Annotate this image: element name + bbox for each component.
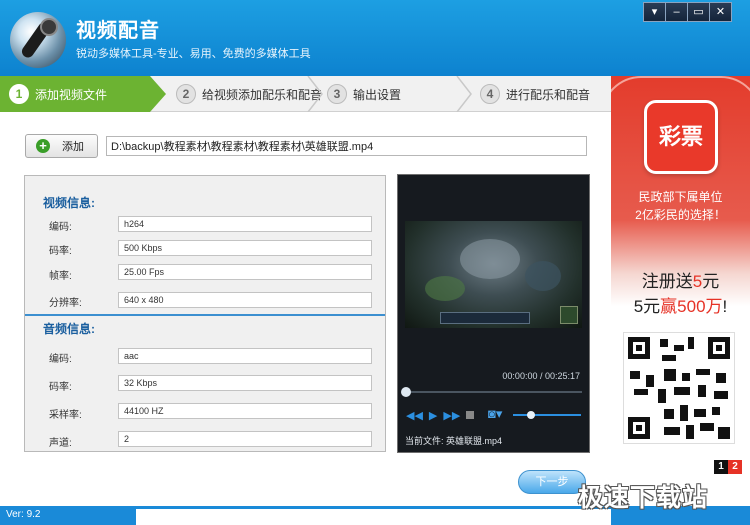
step-number: 3 <box>327 84 347 104</box>
app-logo-icon <box>10 12 66 68</box>
ad-page-1[interactable]: 1 <box>714 460 728 474</box>
audio-channels-label: 声道: <box>49 438 72 449</box>
step-separator-icon <box>456 76 472 112</box>
step-label: 输出设置 <box>353 87 402 102</box>
window-controls: ▾ – ▭ ✕ <box>643 2 732 22</box>
restore-button[interactable]: ▭ <box>687 2 710 22</box>
video-info-heading: 视频信息: <box>43 196 95 210</box>
ad-line-2: 2亿彩民的选择！ <box>635 208 726 222</box>
ad-page-2[interactable]: 2 <box>728 460 742 474</box>
step-process[interactable]: 4 进行配乐和配音 <box>480 76 590 112</box>
video-codec-field[interactable]: h264 <box>118 216 372 232</box>
add-button-label: 添加 <box>62 141 84 153</box>
media-info-panel: 视频信息: 编码: h264 码率: 500 Kbps 帧率: 25.00 Fp… <box>24 175 386 452</box>
step-add-music-voice[interactable]: 2 给视频添加配乐和配音 <box>176 76 322 112</box>
fast-forward-icon[interactable]: ▶▶ <box>443 409 460 422</box>
playback-time: 00:00:00 / 00:25:17 <box>502 371 580 381</box>
progress-track <box>136 509 611 525</box>
video-preview[interactable] <box>405 221 582 328</box>
audio-samplerate-field[interactable]: 44100 HZ <box>118 403 372 419</box>
app-subtitle: 锐动多媒体工具-专业、易用、免费的多媒体工具 <box>76 48 311 60</box>
step-number: 2 <box>176 84 196 104</box>
video-framerate-label: 帧率: <box>49 271 72 282</box>
video-resolution-field[interactable]: 640 x 480 <box>118 292 372 308</box>
next-button[interactable]: 下一步 <box>518 470 586 494</box>
watermark-logo: 极速下载站 <box>578 484 709 512</box>
step-add-video[interactable]: 1 添加视频文件 <box>0 76 166 112</box>
step-number: 4 <box>480 84 500 104</box>
volume-handle[interactable] <box>527 411 535 419</box>
file-path-field[interactable] <box>106 136 587 156</box>
plus-icon: + <box>36 139 50 153</box>
step-label: 添加视频文件 <box>35 87 108 102</box>
current-file-label: 当前文件: 英雄联盟.mp4 <box>405 436 503 446</box>
snapshot-camera-icon[interactable]: ◙▾ <box>488 406 502 422</box>
seek-handle[interactable] <box>401 387 411 397</box>
video-framerate-field[interactable]: 25.00 Fps <box>118 264 372 280</box>
close-button[interactable]: ✕ <box>709 2 732 22</box>
video-bitrate-label: 码率: <box>49 246 72 257</box>
add-file-button[interactable]: + 添加 <box>25 134 98 158</box>
menu-button[interactable]: ▾ <box>643 2 666 22</box>
step-label: 给视频添加配乐和配音 <box>202 87 323 102</box>
lottery-logo: 彩票 <box>644 100 718 174</box>
minimize-button[interactable]: – <box>665 2 688 22</box>
audio-samplerate-label: 采样率: <box>49 410 82 421</box>
step-number: 1 <box>9 84 29 104</box>
ad-line-1: 民政部下属单位 <box>638 190 723 204</box>
volume-slider[interactable] <box>513 411 581 419</box>
audio-channels-field[interactable]: 2 <box>118 431 372 447</box>
step-output-settings[interactable]: 3 输出设置 <box>327 76 401 112</box>
audio-bitrate-label: 码率: <box>49 382 72 393</box>
wizard-steps: 1 添加视频文件 2 给视频添加配乐和配音 3 输出设置 4 进行配乐和配音 <box>0 76 611 112</box>
audio-bitrate-field[interactable]: 32 Kbps <box>118 375 372 391</box>
video-player: 00:00:00 / 00:25:17 ◀◀ ▶ ▶▶ ◙▾ 当前文件: 英雄联… <box>397 174 590 453</box>
play-icon[interactable]: ▶ <box>429 409 437 422</box>
step-label: 进行配乐和配音 <box>506 87 591 102</box>
video-bitrate-field[interactable]: 500 Kbps <box>118 240 372 256</box>
ad-promo-1: 注册送5元 <box>641 272 720 291</box>
audio-codec-label: 编码: <box>49 354 72 365</box>
stop-icon[interactable] <box>466 411 475 419</box>
rewind-icon[interactable]: ◀◀ <box>406 409 423 422</box>
app-title: 视频配音 <box>76 20 160 42</box>
video-codec-label: 编码: <box>49 222 72 233</box>
version-label: Ver: 9.2 <box>6 509 41 520</box>
ad-promo-2: 5元赢500万! <box>633 297 728 316</box>
title-bar: 视频配音 锐动多媒体工具-专业、易用、免费的多媒体工具 ▾ – ▭ ✕ <box>0 0 750 76</box>
step-separator-icon <box>307 76 323 112</box>
qr-code-icon <box>623 332 735 444</box>
playback-controls: ◀◀ ▶ ▶▶ <box>406 408 480 422</box>
ad-banner[interactable]: 彩票 民政部下属单位 2亿彩民的选择！ 注册送5元 5元赢500万! 1 2 <box>611 76 750 487</box>
section-divider <box>25 314 385 316</box>
video-resolution-label: 分辨率: <box>49 298 82 309</box>
audio-info-heading: 音频信息: <box>43 322 95 336</box>
seek-bar[interactable] <box>401 387 582 397</box>
audio-codec-field[interactable]: aac <box>118 348 372 364</box>
ad-pager: 1 2 <box>714 460 742 474</box>
